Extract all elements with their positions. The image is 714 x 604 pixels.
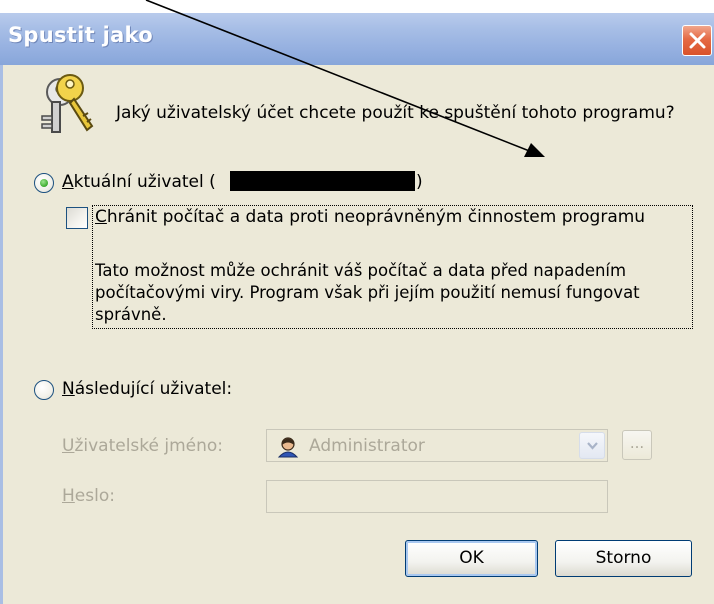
current-user-label[interactable]: Aktuální uživatel ( — [62, 172, 216, 192]
username-mnemonic: U — [62, 436, 75, 456]
password-mnemonic: H — [62, 486, 75, 506]
current-user-text: ktuální uživatel ( — [73, 172, 216, 192]
protect-description-line: Tato možnost může ochránit váš počítač a… — [95, 261, 627, 280]
close-icon — [689, 32, 706, 49]
other-user-radio[interactable] — [34, 380, 54, 400]
password-label: Heslo: — [62, 486, 115, 506]
password-field[interactable] — [266, 480, 608, 513]
question-text: Jaký uživatelský účet chcete použít ke s… — [116, 103, 675, 123]
current-user-radio[interactable] — [34, 173, 54, 193]
other-user-label[interactable]: Následující uživatel: — [62, 379, 232, 399]
cancel-button[interactable]: Storno — [555, 540, 692, 577]
window-title: Spustit jako — [8, 23, 153, 47]
username-combobox[interactable]: Administrator — [266, 429, 608, 462]
current-user-mnemonic: A — [62, 172, 74, 192]
browse-button[interactable]: ... — [622, 430, 652, 460]
other-user-mnemonic: N — [62, 379, 75, 399]
username-label-text: živatelské jméno: — [74, 436, 224, 456]
protect-label[interactable]: Chránit počítač a data proti neoprávněný… — [95, 207, 645, 227]
keys-icon — [41, 74, 94, 133]
username-value: Administrator — [309, 436, 425, 456]
password-label-text: eslo: — [74, 486, 115, 506]
close-button[interactable] — [682, 25, 712, 56]
protect-checkbox[interactable] — [66, 207, 88, 229]
window-border — [0, 65, 3, 604]
title-bar[interactable]: Spustit jako — [0, 13, 714, 65]
user-icon — [277, 437, 299, 458]
username-label: Uživatelské jméno: — [62, 436, 223, 456]
protect-mnemonic: C — [95, 207, 107, 227]
current-user-closing: ) — [416, 172, 423, 192]
redacted-username — [230, 171, 415, 191]
protect-description-line: správně. — [95, 305, 167, 324]
protect-description: Tato možnost může ochránit váš počítač a… — [95, 260, 695, 326]
screenshot-stage: Spustit jako Jaký uživatelský účet chcet… — [0, 0, 714, 604]
other-user-text: ásledující uživatel: — [74, 379, 233, 399]
username-dropdown-button[interactable] — [579, 432, 605, 459]
protect-description-line: počítačovými viry. Program však při její… — [95, 283, 640, 302]
chevron-down-icon — [587, 442, 598, 450]
ok-button[interactable]: OK — [405, 540, 538, 577]
protect-text: hránit počítač a data proti neoprávněným… — [106, 207, 646, 227]
